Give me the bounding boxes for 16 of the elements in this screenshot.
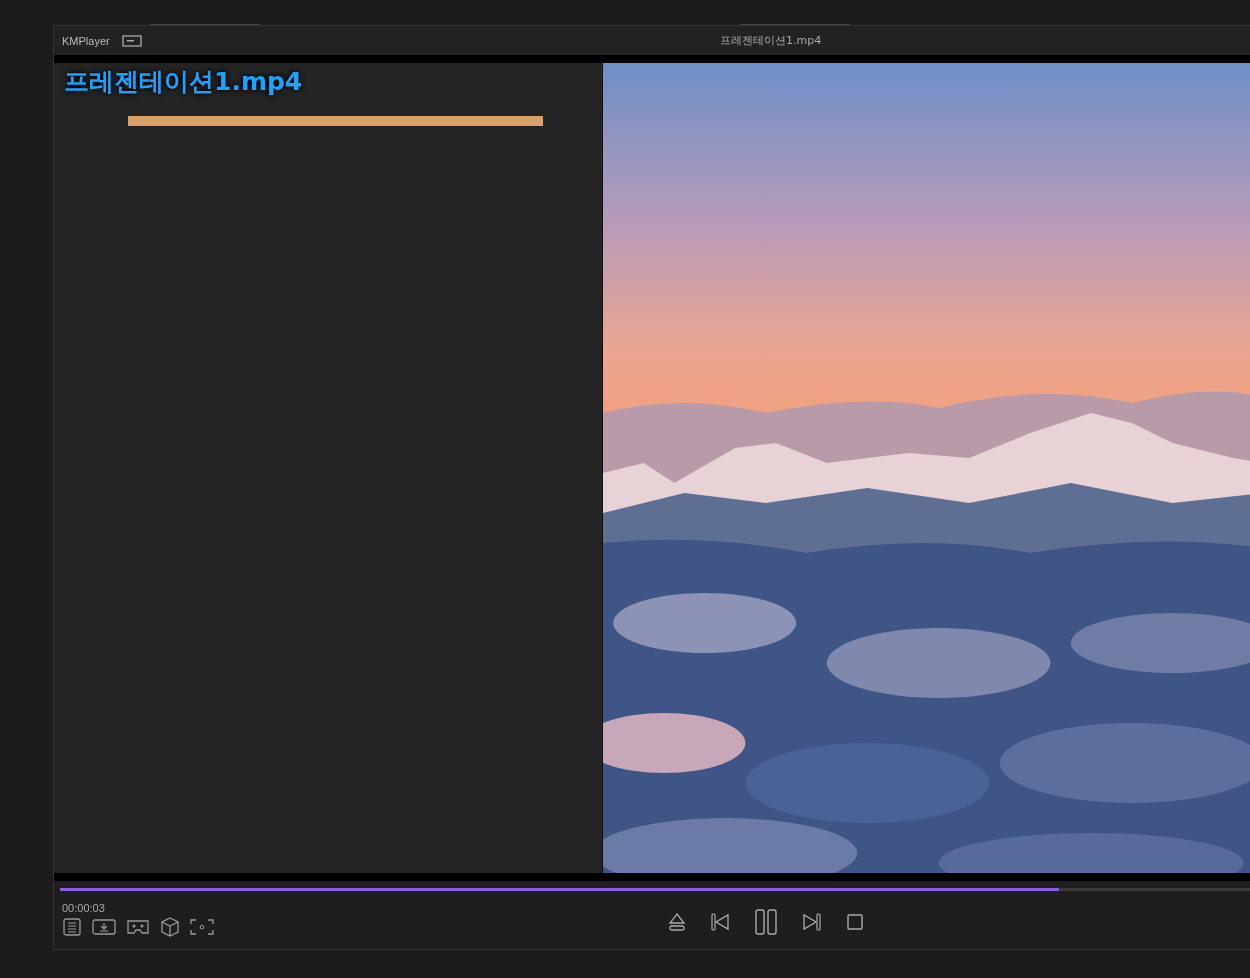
download-icon[interactable] bbox=[92, 918, 116, 936]
stop-icon[interactable] bbox=[846, 913, 864, 931]
app-name: KMPlayer bbox=[62, 34, 110, 47]
playlist-icon[interactable] bbox=[62, 918, 82, 936]
eject-icon[interactable] bbox=[668, 912, 686, 932]
focus-frame-icon[interactable] bbox=[190, 918, 214, 936]
seek-bar[interactable] bbox=[60, 888, 1250, 891]
previous-icon[interactable] bbox=[710, 912, 730, 932]
elapsed-time: 00:00:03 bbox=[62, 902, 106, 914]
vr-goggles-icon[interactable] bbox=[126, 918, 150, 936]
next-icon[interactable] bbox=[802, 912, 822, 932]
window-title: 프레젠테이션1.mp4 bbox=[720, 33, 822, 48]
mini-mode-icon[interactable] bbox=[121, 34, 142, 47]
cube-icon[interactable] bbox=[160, 917, 180, 937]
pause-icon[interactable] bbox=[754, 909, 778, 935]
slide-title: 프레젠테이션1.mp4 bbox=[64, 66, 303, 98]
